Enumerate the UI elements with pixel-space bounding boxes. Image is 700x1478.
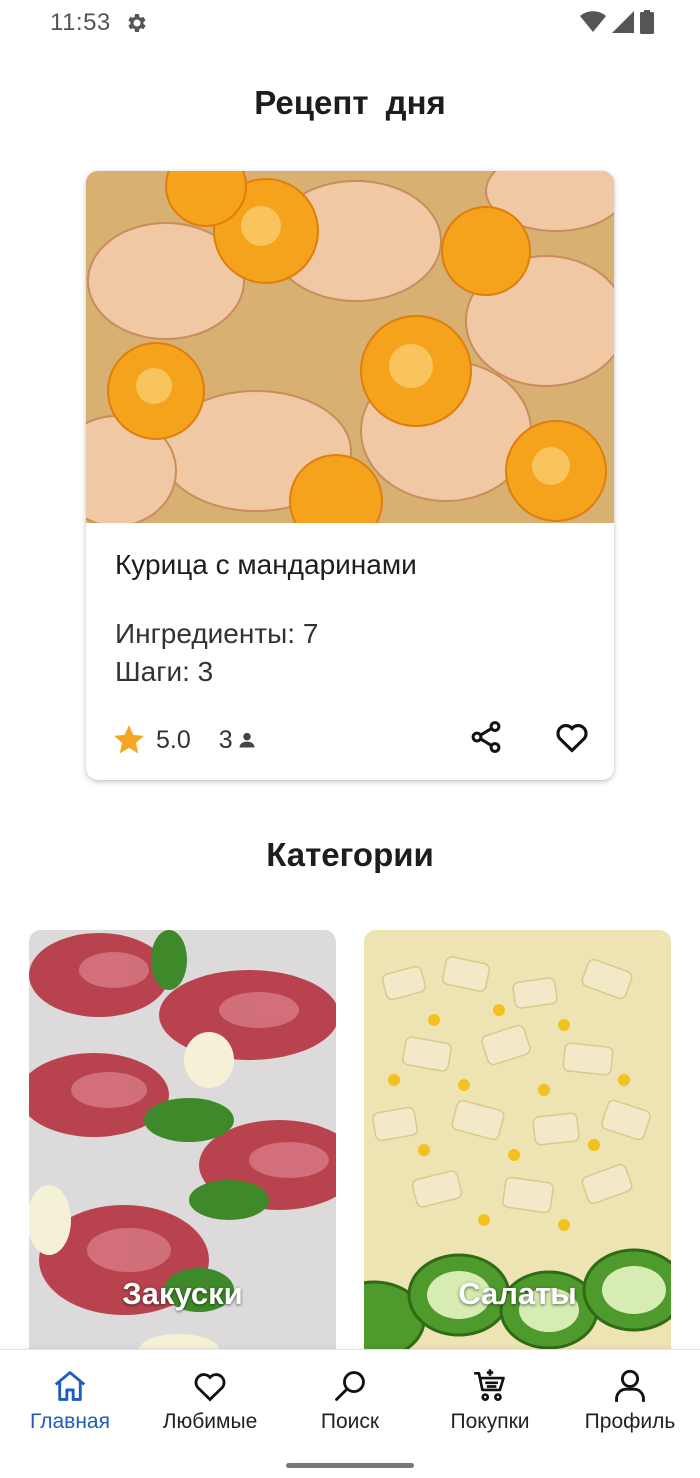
category-label: Закуски	[122, 1276, 243, 1311]
recipe-name[interactable]: Курица с мандаринами	[115, 549, 417, 581]
status-bar: 11:53	[0, 0, 700, 48]
bottom-navigation: Главная Любимые Поиск Покупки Профиль	[0, 1349, 700, 1478]
nav-label: Любимые	[162, 1410, 258, 1433]
nav-label: Главная	[30, 1410, 110, 1433]
cart-icon	[474, 1369, 505, 1401]
rating-row: 5.0 3	[112, 720, 257, 760]
battery-icon	[640, 10, 654, 34]
categories-title: Категории	[266, 836, 434, 873]
search-icon	[335, 1371, 365, 1401]
recipe-meta: Ингредиенты: 7 Шаги: 3	[115, 615, 318, 691]
person-icon	[239, 732, 255, 748]
category-label: Салаты	[458, 1276, 577, 1311]
recipe-of-day-title: Рецепт дня	[254, 84, 446, 121]
heart-outline-icon	[556, 724, 588, 753]
share-icon	[471, 721, 501, 753]
wifi-icon	[580, 11, 606, 32]
star-icon	[114, 725, 144, 754]
ingredients-count: Ингредиенты: 7	[115, 618, 319, 649]
category-tile-salads[interactable]: Салаты	[364, 930, 671, 1360]
nav-item-search[interactable]: Поиск	[280, 1350, 420, 1450]
nav-label: Поиск	[320, 1410, 380, 1433]
nav-item-favorites[interactable]: Любимые	[140, 1350, 280, 1450]
steps-count: Шаги: 3	[115, 656, 214, 687]
nav-item-shopping[interactable]: Покупки	[420, 1350, 560, 1450]
recipe-card[interactable]: Курица с мандаринами Ингредиенты: 7 Шаги…	[86, 171, 614, 780]
nav-label: Покупки	[450, 1410, 530, 1433]
favorite-button[interactable]	[552, 717, 592, 757]
cellular-signal-icon	[612, 11, 634, 33]
profile-icon	[615, 1369, 645, 1402]
reviews-count: 3	[218, 725, 233, 754]
home-icon	[54, 1371, 86, 1401]
status-indicators	[580, 10, 654, 34]
nav-label: Профиль	[584, 1410, 676, 1433]
nav-item-profile[interactable]: Профиль	[560, 1350, 700, 1450]
category-tile-snacks[interactable]: Закуски	[29, 930, 336, 1360]
nav-item-home[interactable]: Главная	[0, 1350, 140, 1450]
share-button[interactable]	[466, 717, 506, 757]
settings-gear-icon	[128, 14, 146, 32]
rating-value: 5.0	[156, 725, 191, 754]
status-time: 11:53	[50, 9, 111, 36]
heart-icon	[194, 1373, 226, 1402]
gesture-bar[interactable]	[286, 1463, 414, 1468]
recipe-photo[interactable]	[86, 171, 614, 523]
recipe-photo-illustration	[86, 171, 614, 523]
